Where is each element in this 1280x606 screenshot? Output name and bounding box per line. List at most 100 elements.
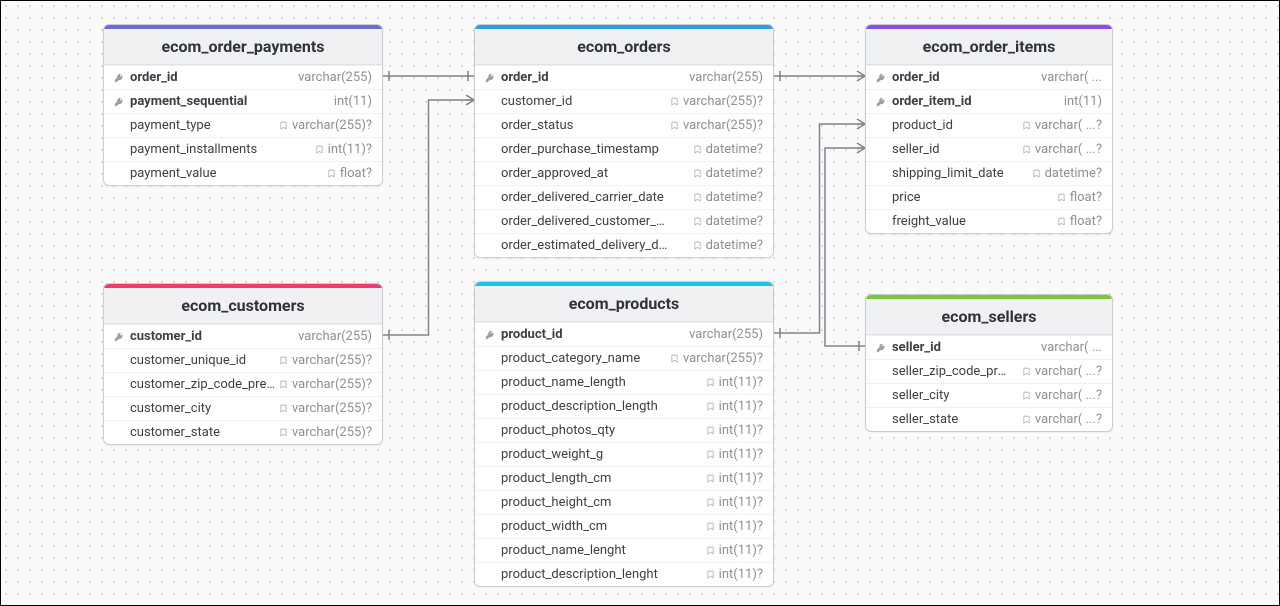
column-row[interactable]: order_estimated_delivery_datedatetime?: [475, 233, 773, 257]
column-row[interactable]: pricefloat?: [866, 185, 1112, 209]
nullable-icon: [706, 425, 715, 436]
column-row[interactable]: order_approved_atdatetime?: [475, 161, 773, 185]
column-spacer: [876, 367, 886, 377]
column-row[interactable]: payment_installmentsint(11)?: [104, 137, 382, 161]
table-ecom_customers[interactable]: ecom_customerscustomer_idvarchar(255)cus…: [103, 283, 383, 445]
column-row[interactable]: product_idvarchar(255): [475, 322, 773, 346]
column-row[interactable]: product_height_cmint(11)?: [475, 490, 773, 514]
key-icon: [876, 73, 886, 83]
column-row[interactable]: customer_zip_code_prefixvarchar(255)?: [104, 372, 382, 396]
column-row[interactable]: order_id varchar( ...: [866, 65, 1112, 89]
column-row[interactable]: customer_idvarchar(255)?: [475, 89, 773, 113]
column-name: customer_state: [130, 425, 220, 440]
column-row[interactable]: product_description_lenghtint(11)?: [475, 562, 773, 586]
column-spacer: [114, 145, 124, 155]
column-name: order_delivered_customer_date: [501, 214, 671, 229]
column-name: order_id: [892, 70, 940, 85]
nullable-icon: [1022, 144, 1031, 155]
nullable-icon: [315, 144, 324, 155]
column-row[interactable]: order_delivered_customer_date datetime?: [475, 209, 773, 233]
erd-canvas[interactable]: ecom_order_payments order_id varchar(255) p…: [1, 1, 1279, 605]
column-row[interactable]: product_description_lengthint(11)?: [475, 394, 773, 418]
nullable-icon: [706, 449, 715, 460]
column-row[interactable]: freight_valuefloat?: [866, 209, 1112, 233]
column-spacer: [485, 193, 495, 203]
column-row[interactable]: customer_statevarchar(255)?: [104, 420, 382, 444]
table-ecom_orders[interactable]: ecom_orders order_id varchar(255) customer_…: [474, 24, 774, 258]
column-type: varchar(255)?: [292, 353, 372, 368]
column-row[interactable]: payment_sequential int(11): [104, 89, 382, 113]
column-name: seller_zip_code_prefix: [892, 364, 1010, 379]
nullable-icon: [706, 377, 715, 388]
column-spacer: [485, 378, 495, 388]
column-type: varchar(255)?: [683, 351, 763, 366]
column-name: payment_sequential: [130, 94, 247, 109]
column-name: product_height_cm: [501, 495, 611, 510]
nullable-icon: [1032, 168, 1041, 179]
column-row[interactable]: order_statusvarchar(255)?: [475, 113, 773, 137]
column-type: datetime?: [706, 190, 763, 205]
column-type: varchar(255): [298, 70, 372, 85]
column-row[interactable]: customer_idvarchar(255): [104, 324, 382, 348]
column-row[interactable]: seller_idvarchar( ...: [866, 335, 1112, 359]
table-title: ecom_sellers: [866, 299, 1112, 335]
table-ecom_order_payments[interactable]: ecom_order_paymentsorder_idvarchar(255)p…: [103, 24, 383, 186]
table-ecom_products[interactable]: ecom_productsproduct_idvarchar(255)produ…: [474, 281, 774, 587]
column-name: freight_value: [892, 214, 966, 229]
table-ecom_order_items[interactable]: ecom_order_itemsorder_idvarchar( ...orde…: [865, 24, 1113, 234]
column-type: datetime?: [706, 166, 763, 181]
table-title: ecom_products: [475, 286, 773, 322]
column-spacer: [485, 145, 495, 155]
table-title: ecom_orders: [475, 29, 773, 65]
column-type: varchar(255): [689, 70, 763, 85]
column-type: varchar( ...?: [1035, 118, 1102, 133]
column-spacer: [485, 217, 495, 227]
column-row[interactable]: order_idvarchar(255): [104, 65, 382, 89]
column-name: customer_zip_code_prefix: [130, 377, 279, 392]
column-row[interactable]: shipping_limit_datedatetime?: [866, 161, 1112, 185]
column-row[interactable]: order_delivered_carrier_datedatetime?: [475, 185, 773, 209]
column-name: payment_installments: [130, 142, 257, 157]
column-row[interactable]: product_name_lenghtint(11)?: [475, 538, 773, 562]
column-spacer: [876, 193, 886, 203]
column-row[interactable]: seller_statevarchar( ...?: [866, 407, 1112, 431]
column-row[interactable]: product_length_cmint(11)?: [475, 466, 773, 490]
column-type: datetime?: [706, 214, 763, 229]
column-name: product_photos_qty: [501, 423, 615, 438]
column-spacer: [485, 546, 495, 556]
column-spacer: [876, 121, 886, 131]
key-icon: [114, 97, 124, 107]
column-row[interactable]: product_photos_qtyint(11)?: [475, 418, 773, 442]
column-row[interactable]: payment_valuefloat?: [104, 161, 382, 185]
column-row[interactable]: product_width_cmint(11)?: [475, 514, 773, 538]
table-ecom_sellers[interactable]: ecom_sellersseller_idvarchar( ...seller_…: [865, 294, 1113, 432]
column-type: int(11): [334, 94, 372, 109]
table-title: ecom_customers: [104, 288, 382, 324]
column-type: float?: [1070, 190, 1102, 205]
column-name: order_id: [501, 70, 549, 85]
column-row[interactable]: product_category_namevarchar(255)?: [475, 346, 773, 370]
table-title: ecom_order_payments: [104, 29, 382, 65]
column-type: varchar( ...: [1041, 340, 1102, 355]
nullable-icon: [670, 120, 679, 131]
column-row[interactable]: seller_idvarchar( ...?: [866, 137, 1112, 161]
column-spacer: [485, 498, 495, 508]
table-title: ecom_order_items: [866, 29, 1112, 65]
column-row[interactable]: payment_typevarchar(255)?: [104, 113, 382, 137]
column-spacer: [114, 404, 124, 414]
column-row[interactable]: product_weight_gint(11)?: [475, 442, 773, 466]
column-row[interactable]: order_purchase_timestampdatetime?: [475, 137, 773, 161]
column-row[interactable]: customer_unique_idvarchar(255)?: [104, 348, 382, 372]
column-row[interactable]: seller_zip_code_prefixvarchar( ...?: [866, 359, 1112, 383]
column-name: product_length_cm: [501, 471, 611, 486]
column-type: varchar( ...: [1041, 70, 1102, 85]
column-row[interactable]: order_item_idint(11): [866, 89, 1112, 113]
column-name: seller_id: [892, 142, 940, 157]
column-row[interactable]: product_name_lengthint(11)?: [475, 370, 773, 394]
column-spacer: [114, 121, 124, 131]
column-row[interactable]: order_id varchar(255): [475, 65, 773, 89]
column-row[interactable]: seller_cityvarchar( ...?: [866, 383, 1112, 407]
column-row[interactable]: product_idvarchar( ...?: [866, 113, 1112, 137]
column-spacer: [485, 121, 495, 131]
column-row[interactable]: customer_cityvarchar(255)?: [104, 396, 382, 420]
